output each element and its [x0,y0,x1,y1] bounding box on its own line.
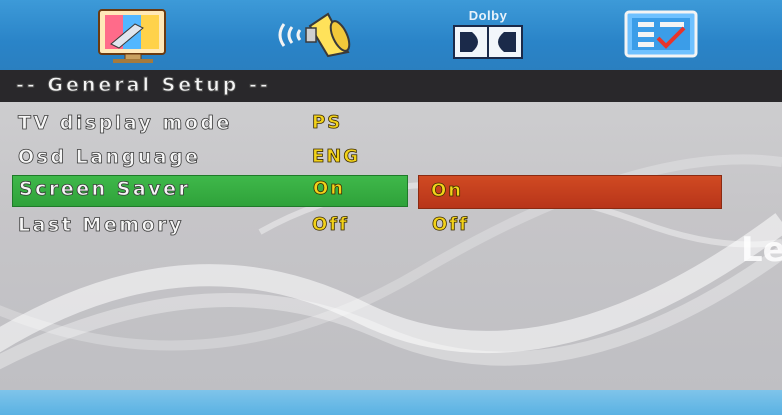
general-setup-icon [98,9,166,63]
settings-panel: Le TV display mode PS Osd Language ENG S… [0,102,782,390]
dolby-label: Dolby [468,8,508,23]
osd-setup-screen: Dolby -- General Setup -- Le TV display … [0,0,782,415]
audio-speaker-icon [278,12,351,58]
tab-audio-setup[interactable] [270,6,360,64]
tab-dolby-setup[interactable]: Dolby [448,6,528,64]
option-label: On [431,180,464,202]
option-selected[interactable]: On [418,175,722,209]
setting-label: Osd Language [18,146,201,169]
setting-label: Last Memory [18,214,184,237]
setting-row-screen-saver[interactable]: Screen Saver On [12,175,408,207]
section-title: -- General Setup -- [16,74,271,97]
preference-checklist-icon [624,10,698,58]
option-off[interactable]: Off [432,214,469,236]
setting-label: Screen Saver [19,178,191,201]
tab-general-setup[interactable] [95,6,175,64]
setting-value: On [313,178,346,200]
section-header: -- General Setup -- [0,70,782,102]
bottom-status-bar [0,390,782,415]
setting-value: Off [312,214,349,236]
brand-watermark: Le [741,230,782,270]
setup-tab-bar: Dolby [0,0,782,70]
tab-preference-setup[interactable] [620,6,702,64]
setting-label: TV display mode [18,112,232,135]
setting-value: PS [312,112,343,134]
setting-value: ENG [312,146,361,168]
